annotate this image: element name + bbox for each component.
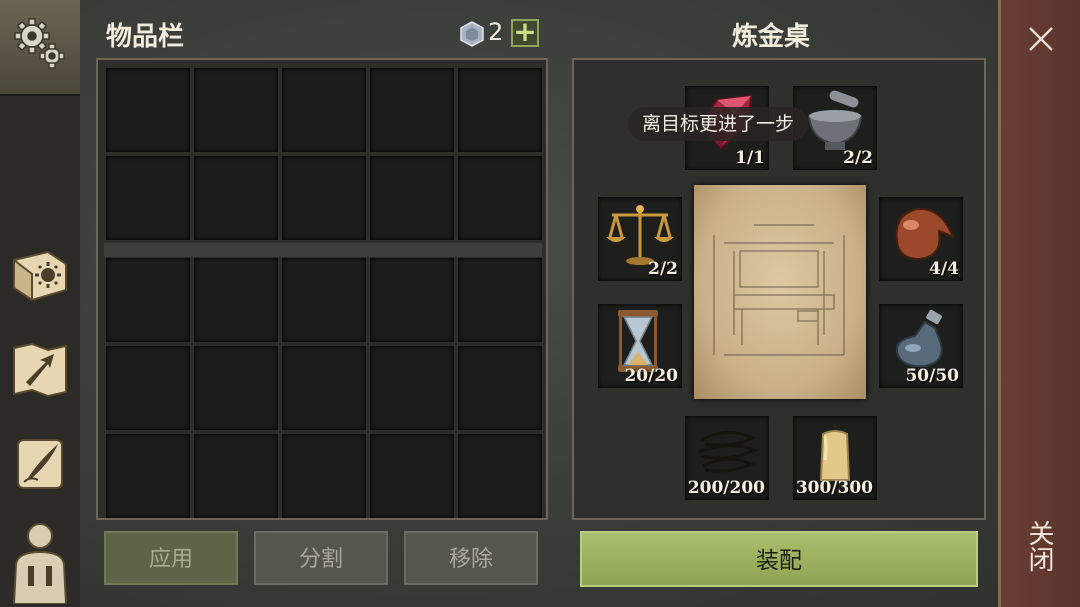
inventory-slot[interactable] (194, 156, 278, 240)
slot-count: 300/300 (795, 478, 873, 498)
hourglass-icon (618, 310, 658, 372)
inventory-slot[interactable] (106, 68, 190, 152)
slot-count: 50/50 (905, 366, 959, 386)
ingredient-slot-scales[interactable]: 2/2 (598, 197, 682, 281)
inventory-slot[interactable] (370, 434, 454, 518)
inventory-slot[interactable] (282, 68, 366, 152)
ingredient-slot-candle[interactable]: 300/300 (793, 416, 877, 500)
inventory-title: 物品栏 (106, 22, 185, 52)
equip-button[interactable]: 装配 (580, 531, 978, 587)
scales-icon (606, 205, 674, 265)
slot-count: 2/2 (843, 148, 873, 168)
inventory-slot[interactable] (370, 346, 454, 430)
inventory-slot[interactable] (194, 346, 278, 430)
ingredient-slot-copper[interactable]: 4/4 (879, 197, 963, 281)
split-button[interactable]: 分割 (254, 531, 388, 585)
inventory-slot[interactable] (106, 434, 190, 518)
inventory-slot[interactable] (370, 258, 454, 342)
ingredient-slot-flask[interactable]: 50/50 (879, 304, 963, 388)
progress-tooltip: 离目标更进了一步 (628, 107, 809, 141)
scroll-quill-icon[interactable] (8, 432, 72, 496)
inventory-slot[interactable] (106, 156, 190, 240)
character-icon[interactable] (8, 520, 72, 604)
rope-icon (698, 431, 759, 473)
inventory-slot[interactable] (458, 156, 542, 240)
remove-button[interactable]: 移除 (404, 531, 538, 585)
gem-currency-icon (460, 21, 484, 47)
ingredient-slot-rope[interactable]: 200/200 (685, 416, 769, 500)
inventory-slot[interactable] (282, 156, 366, 240)
inventory-grid-top (106, 68, 542, 240)
inventory-slot[interactable] (458, 68, 542, 152)
sun-book-icon[interactable] (8, 242, 72, 306)
inventory-slot[interactable] (458, 258, 542, 342)
inventory-slot[interactable] (370, 68, 454, 152)
apply-button[interactable]: 应用 (104, 531, 238, 585)
close-panel[interactable] (998, 0, 1080, 607)
inventory-slot[interactable] (194, 68, 278, 152)
flask-icon (895, 309, 943, 368)
map-arrow-icon[interactable] (8, 338, 72, 402)
inventory-grid-bottom (106, 258, 542, 518)
close-label[interactable]: 关闭 (1024, 520, 1058, 572)
candle-icon (819, 424, 851, 481)
inventory-slot[interactable] (370, 156, 454, 240)
close-icon[interactable] (1026, 24, 1056, 54)
alchemy-table-blueprint-icon (713, 224, 845, 356)
slot-count: 1/1 (735, 148, 765, 168)
slot-count: 20/20 (624, 366, 678, 386)
slot-count: 2/2 (648, 259, 678, 279)
slot-count: 4/4 (929, 259, 959, 279)
ingredient-slot-hourglass[interactable]: 20/20 (598, 304, 682, 388)
inventory-slot[interactable] (282, 258, 366, 342)
alchemy-title: 炼金桌 (732, 22, 811, 52)
inventory-slot[interactable] (458, 434, 542, 518)
gears-icon (14, 18, 65, 69)
inventory-slot[interactable] (194, 258, 278, 342)
blueprint (694, 185, 866, 399)
inventory-slot[interactable] (282, 346, 366, 430)
settings-tab[interactable] (0, 0, 80, 96)
inventory-slot[interactable] (106, 346, 190, 430)
copper-drop-icon (895, 207, 955, 261)
inventory-slot[interactable] (106, 258, 190, 342)
inventory-slot[interactable] (194, 434, 278, 518)
mortar-pestle-icon (807, 90, 863, 150)
inventory-slot[interactable] (282, 434, 366, 518)
inventory-slot[interactable] (458, 346, 542, 430)
left-sidebar (0, 0, 80, 607)
slot-count: 200/200 (687, 478, 765, 498)
add-gems-button[interactable]: + (511, 18, 539, 47)
inventory-divider (104, 243, 542, 257)
gem-count: 2 (488, 18, 504, 46)
